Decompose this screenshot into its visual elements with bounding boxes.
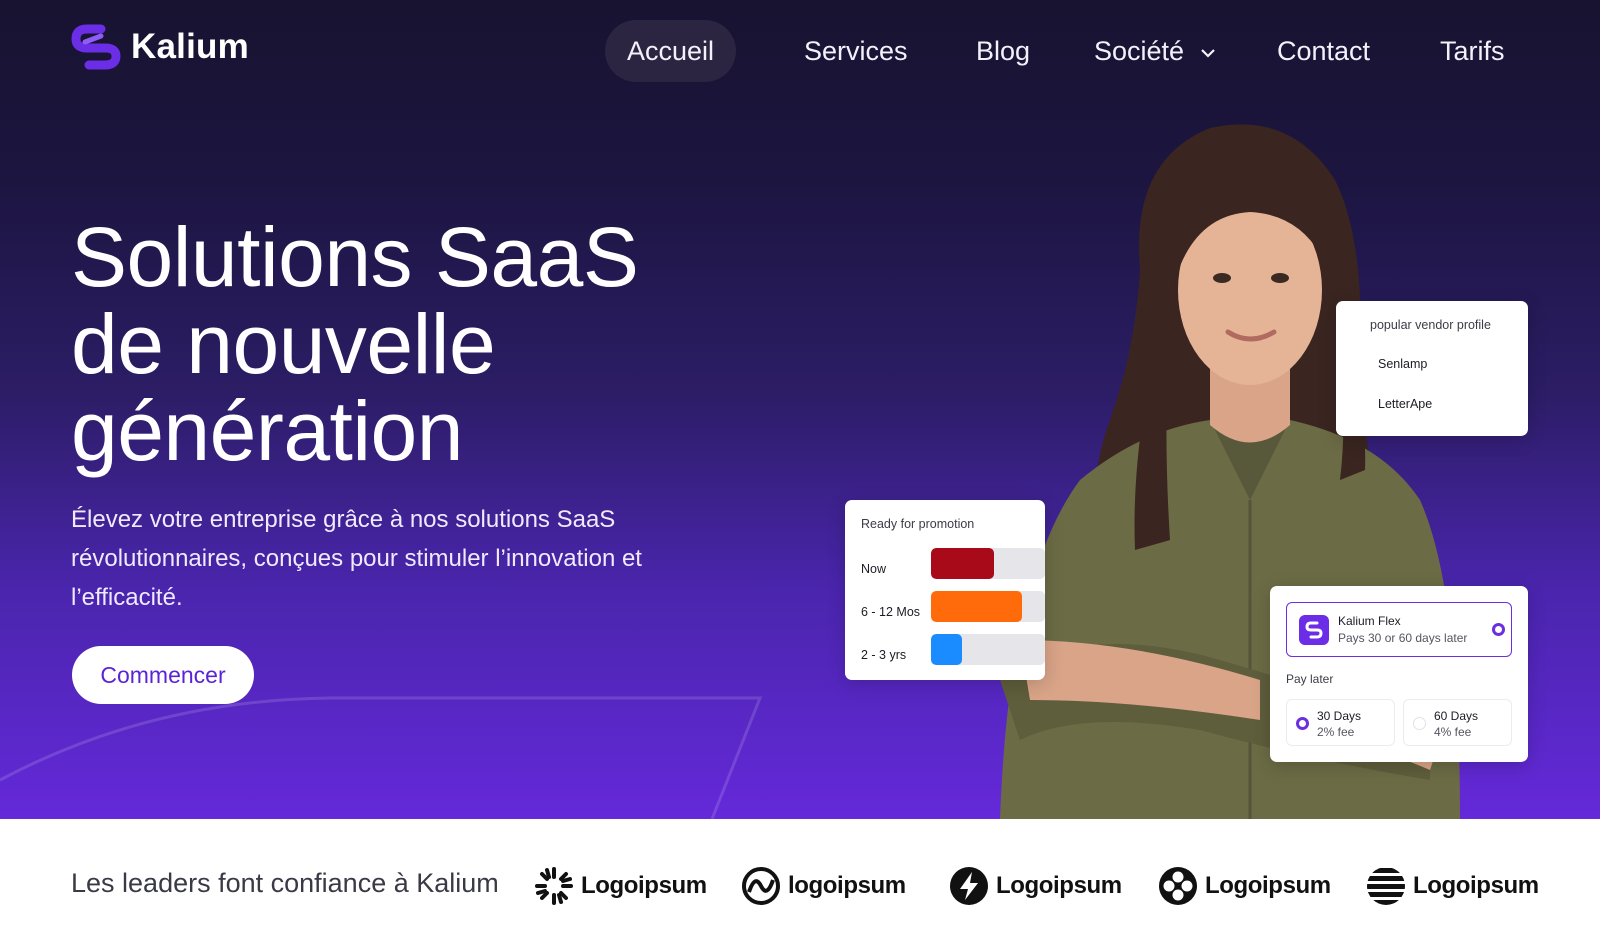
pay-later-label: Pay later	[1286, 672, 1334, 686]
nav-label: Services	[804, 36, 908, 66]
radio-selected-icon[interactable]	[1296, 717, 1309, 730]
promo-row-label: 6 - 12 Mos	[861, 605, 921, 619]
kalium-flex-icon	[1299, 615, 1329, 645]
option-days: 60 Days	[1434, 709, 1479, 723]
plan-radio-selected[interactable]	[1492, 623, 1505, 636]
promo-bar-track	[931, 548, 1045, 579]
promo-bar-fill	[931, 634, 962, 665]
partner-logo-text: logoipsum	[788, 872, 906, 899]
vendor-item: LetterApe	[1378, 397, 1433, 411]
promo-bar-track	[931, 634, 1045, 665]
lightning-circle-icon	[950, 867, 988, 905]
chevron-down-icon	[1200, 49, 1215, 58]
sunburst-icon	[535, 867, 573, 905]
kalium-flex-option[interactable]: Kalium Flex Pays 30 or 60 days later	[1286, 602, 1512, 657]
pay-option-30-days[interactable]: 30 Days 2% fee	[1286, 699, 1395, 746]
hero-title-line: de nouvelle	[71, 297, 496, 391]
partner-logo: logoipsum	[741, 865, 906, 907]
get-started-button[interactable]: Commencer	[72, 646, 254, 704]
wave-circle-icon	[742, 867, 780, 905]
nav-item-tarifs[interactable]: Tarifs	[1440, 20, 1505, 82]
nav-label: Tarifs	[1440, 36, 1505, 66]
kalium-swirl-icon	[71, 24, 121, 70]
hero-section: Kalium Accueil Services Blog Société Con…	[0, 0, 1600, 819]
hero-title-line: Solutions SaaS	[71, 210, 639, 304]
vendor-profile-card: popular vendor profile Senlamp LetterApe	[1336, 301, 1528, 436]
nav-item-accueil[interactable]: Accueil	[605, 20, 737, 82]
option-fee: 2% fee	[1317, 725, 1355, 739]
striped-globe-icon	[1367, 868, 1405, 905]
trust-text: Les leaders font confiance à Kalium	[71, 868, 499, 898]
partner-logo: Logoipsum	[1158, 865, 1331, 907]
pay-option-60-days[interactable]: 60 Days 4% fee	[1403, 699, 1512, 746]
payment-card: Kalium Flex Pays 30 or 60 days later Pay…	[1270, 586, 1528, 762]
promotion-card: Ready for promotion Now 6 - 12 Mos 2 - 3…	[845, 500, 1045, 680]
option-days: 30 Days	[1317, 709, 1362, 723]
plan-name: Kalium Flex	[1338, 614, 1401, 628]
hero-subtitle: Élevez votre entreprise grâce à nos solu…	[71, 506, 642, 611]
promo-bar-fill	[931, 548, 994, 579]
four-dots-circle-icon	[1159, 867, 1197, 905]
radio-unselected-icon[interactable]	[1413, 717, 1426, 730]
nav-item-contact[interactable]: Contact	[1277, 20, 1370, 82]
brand-logo[interactable]: Kalium	[71, 24, 249, 70]
promo-row-label: 2 - 3 yrs	[861, 648, 907, 662]
promo-card-title: Ready for promotion	[861, 517, 975, 531]
partner-logo-text: Logoipsum	[1413, 872, 1539, 899]
nav-item-blog[interactable]: Blog	[976, 20, 1030, 82]
plan-description: Pays 30 or 60 days later	[1338, 631, 1468, 645]
promo-bar-fill	[931, 591, 1023, 622]
vendor-card-title: popular vendor profile	[1370, 318, 1491, 332]
nav-item-services[interactable]: Services	[804, 20, 908, 82]
hero-title: Solutions SaaS de nouvelle génération	[71, 214, 791, 475]
nav-label: Accueil	[627, 36, 715, 66]
brand-name: Kalium	[131, 27, 249, 66]
partner-logo: Logoipsum	[949, 865, 1122, 907]
partner-logo-text: Logoipsum	[996, 872, 1122, 899]
partner-logo: Logoipsum	[534, 865, 707, 907]
option-fee: 4% fee	[1434, 725, 1472, 739]
nav-label: Blog	[976, 36, 1031, 66]
partner-logo-text: Logoipsum	[581, 872, 707, 899]
nav-label: Société	[1094, 36, 1185, 66]
vendor-item: Senlamp	[1378, 357, 1428, 371]
nav-item-societe[interactable]: Société	[1094, 20, 1216, 82]
promo-row-label: Now	[861, 562, 887, 576]
partner-logo-text: Logoipsum	[1205, 872, 1331, 899]
promo-bar-track	[931, 591, 1045, 622]
partner-logo: Logoipsum	[1366, 865, 1539, 907]
nav-label: Contact	[1277, 36, 1371, 66]
hero-title-line: génération	[71, 384, 464, 478]
